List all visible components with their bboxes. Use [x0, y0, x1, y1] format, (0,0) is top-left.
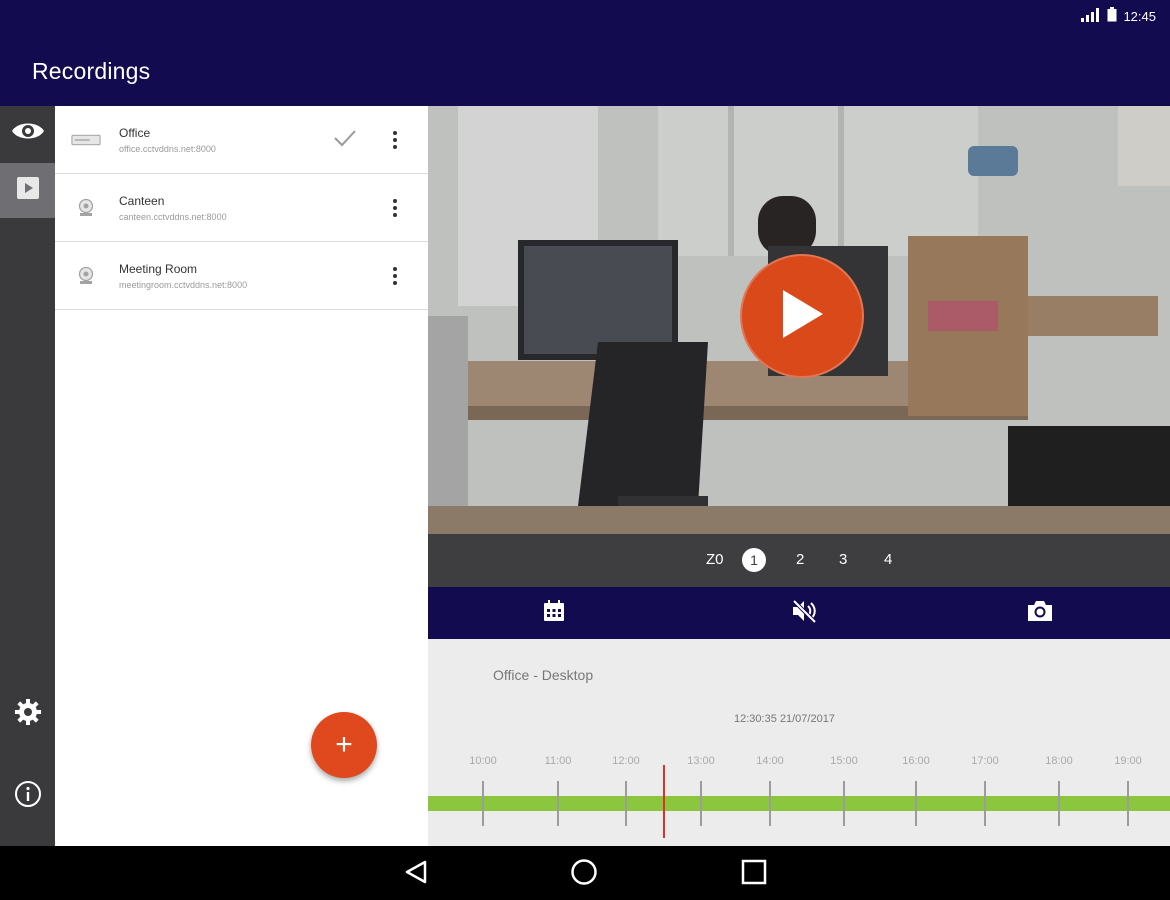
- hour-tick: [557, 781, 559, 826]
- more-options-button[interactable]: [385, 126, 405, 154]
- page-title: Recordings: [32, 58, 151, 84]
- play-button[interactable]: [740, 254, 864, 378]
- hour-label: 19:00: [1114, 755, 1142, 767]
- mute-icon: [791, 599, 817, 628]
- status-bar: 12:45: [1081, 6, 1156, 26]
- page-4-button[interactable]: 4: [884, 551, 892, 568]
- hour-tick: [1127, 781, 1129, 826]
- recording-timeline[interactable]: Office - Desktop 12:30:35 21/07/2017 10:…: [428, 639, 1170, 846]
- nav-rail: [0, 106, 55, 846]
- recents-icon: [741, 859, 767, 890]
- more-options-button[interactable]: [385, 262, 405, 290]
- timeline-timestamp: 12:30:35 21/07/2017: [734, 713, 835, 725]
- hour-label: 16:00: [902, 755, 930, 767]
- hour-label: 12:00: [612, 755, 640, 767]
- hour-tick: [482, 781, 484, 826]
- hour-tick: [700, 781, 702, 826]
- add-device-button[interactable]: +: [311, 712, 377, 778]
- back-icon: [403, 859, 429, 890]
- live-view-button[interactable]: [0, 106, 55, 161]
- hour-label: 18:00: [1045, 755, 1073, 767]
- device-address: office.cctvddns.net:8000: [119, 144, 216, 154]
- calendar-icon: [543, 599, 565, 627]
- mute-button[interactable]: [790, 599, 818, 628]
- list-item-office[interactable]: Office office.cctvddns.net:8000: [55, 106, 428, 174]
- hour-label: 10:00: [469, 755, 497, 767]
- playback-toolbar: [428, 587, 1170, 639]
- snapshot-button[interactable]: [1026, 600, 1054, 626]
- signal-icon: [1081, 7, 1101, 25]
- hour-tick: [984, 781, 986, 826]
- recordings-button[interactable]: [0, 163, 55, 218]
- hour-label: 15:00: [830, 755, 858, 767]
- hour-tick: [843, 781, 845, 826]
- hour-tick: [1058, 781, 1060, 826]
- camera-snapshot-icon: [1027, 600, 1053, 627]
- battery-icon: [1107, 7, 1117, 25]
- info-icon: [14, 780, 42, 813]
- recorder-icon: [71, 128, 101, 152]
- page-3-button[interactable]: 3: [839, 551, 847, 568]
- home-button[interactable]: [569, 858, 599, 891]
- home-icon: [570, 858, 598, 891]
- status-time: 12:45: [1123, 8, 1156, 24]
- info-button[interactable]: [0, 769, 55, 824]
- device-address: meetingroom.cctvddns.net:8000: [119, 280, 248, 290]
- device-name: Office: [119, 126, 151, 140]
- camera-icon: [71, 196, 101, 220]
- play-square-icon: [16, 177, 39, 204]
- gear-icon: [14, 698, 42, 731]
- device-name: Meeting Room: [119, 262, 198, 276]
- playhead-cursor[interactable]: [663, 765, 665, 838]
- zoom-label[interactable]: Z0: [706, 551, 724, 568]
- list-item-canteen[interactable]: Canteen canteen.cctvddns.net:8000: [55, 174, 428, 242]
- system-nav-bar: [0, 846, 1170, 900]
- device-name: Canteen: [119, 194, 165, 208]
- device-address: canteen.cctvddns.net:8000: [119, 212, 227, 222]
- play-icon: [777, 286, 827, 347]
- video-player[interactable]: [428, 106, 1170, 534]
- more-options-button[interactable]: [385, 194, 405, 222]
- back-button[interactable]: [401, 859, 431, 889]
- app-bar: 12:45 Recordings: [0, 0, 1170, 106]
- page-2-button[interactable]: 2: [796, 551, 804, 568]
- hour-label: 17:00: [971, 755, 999, 767]
- camera-pager: Z0 1 2 3 4: [428, 534, 1170, 587]
- hour-label: 11:00: [544, 755, 572, 767]
- check-icon: [333, 128, 357, 153]
- hour-tick: [915, 781, 917, 826]
- camera-icon: [71, 264, 101, 288]
- list-item-meeting-room[interactable]: Meeting Room meetingroom.cctvddns.net:80…: [55, 242, 428, 310]
- hour-label: 14:00: [756, 755, 784, 767]
- settings-button[interactable]: [0, 687, 55, 742]
- calendar-button[interactable]: [540, 599, 568, 627]
- hour-tick: [769, 781, 771, 826]
- hour-label: 13:00: [687, 755, 715, 767]
- recents-button[interactable]: [739, 859, 769, 889]
- hour-tick: [625, 781, 627, 826]
- eye-icon: [11, 120, 45, 147]
- camera-title: Office - Desktop: [493, 667, 594, 683]
- page-1-button[interactable]: 1: [742, 548, 766, 572]
